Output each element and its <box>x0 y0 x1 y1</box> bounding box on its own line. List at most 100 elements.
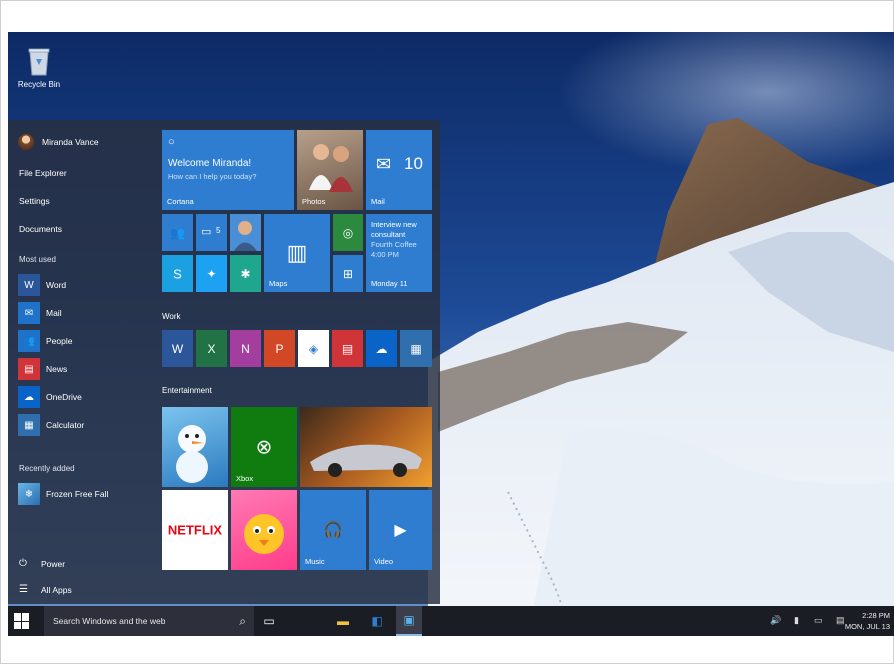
app-label: Mail <box>46 308 62 318</box>
netflix-tile[interactable]: NETFLIX <box>162 490 228 570</box>
people-icon: 👥 <box>170 225 185 240</box>
most-used-calculator[interactable]: ▦ Calculator <box>18 414 84 436</box>
calculator-icon: ▦ <box>410 341 422 356</box>
olaf-image <box>176 425 208 483</box>
documents-item[interactable]: Documents <box>19 224 62 234</box>
skype-tile[interactable]: S <box>162 255 193 292</box>
tile-label: Monday 11 <box>371 279 408 288</box>
task-view-button[interactable]: ▭ <box>256 606 282 636</box>
people-tile[interactable]: 👥 <box>162 214 193 251</box>
recycle-bin[interactable]: Recycle Bin <box>16 46 62 89</box>
messaging-tile[interactable]: ▭ 5 <box>196 214 227 251</box>
onenote-tile[interactable]: N <box>230 330 261 367</box>
xbox-icon: ⊗ <box>255 436 273 459</box>
app-label: OneDrive <box>46 392 82 402</box>
work-group-label: Work <box>162 312 181 321</box>
app-label: News <box>46 364 68 374</box>
power-button[interactable]: ⏻ Power <box>19 558 65 569</box>
calendar-tile[interactable]: Interview new consultant Fourth Coffee 4… <box>366 214 432 292</box>
all-apps-button[interactable]: ☰ All Apps <box>19 584 72 595</box>
search-icon: ⌕ <box>239 613 246 628</box>
app-label: Calculator <box>46 420 85 430</box>
most-used-people[interactable]: 👥 People <box>18 330 72 352</box>
power-label: Power <box>41 558 66 569</box>
app-label: Frozen Free Fall <box>46 489 109 499</box>
taskbar-clock[interactable]: 2:28 PM MON, JUL 13 <box>845 610 890 632</box>
network-icon[interactable]: ▮ <box>794 615 799 626</box>
photos-icon: ▣ <box>403 613 415 627</box>
store-tile[interactable]: ⊞ <box>333 255 363 292</box>
cortana-tile[interactable]: ○ Welcome Miranda! How can I help you to… <box>162 130 294 210</box>
mail-icon: ✉ <box>376 154 392 174</box>
event-time: 4:00 PM <box>371 250 399 259</box>
headphones-icon: 🎧 <box>323 522 343 539</box>
app-label: Word <box>46 280 67 290</box>
most-used-word[interactable]: W Word <box>18 274 66 296</box>
tripadvisor-tile[interactable]: ◎ <box>333 214 363 251</box>
onenote-icon: N <box>241 341 250 356</box>
most-used-label: Most used <box>19 255 56 264</box>
recently-added-label: Recently added <box>19 464 75 473</box>
search-placeholder: Search Windows and the web <box>53 616 166 626</box>
user-name: Miranda Vance <box>42 137 99 147</box>
user-account[interactable]: Miranda Vance <box>18 134 99 150</box>
power-icon: ⏻ <box>19 558 27 569</box>
notifications-icon[interactable]: ▤ <box>836 615 845 626</box>
store-taskbar-button[interactable]: ◧ <box>364 606 390 636</box>
photos-taskbar-button[interactable]: ▣ <box>396 606 422 636</box>
twitter-tile[interactable]: ✦ <box>196 255 227 292</box>
maps-tile[interactable]: ▥ Maps <box>264 214 330 292</box>
windows-logo-pane <box>22 621 29 629</box>
excel-tile[interactable]: X <box>196 330 227 367</box>
xbox-tile[interactable]: ⊗ Xbox <box>231 407 297 487</box>
most-used-news[interactable]: ▤ News <box>18 358 67 380</box>
video-tile[interactable]: ▶ Video <box>369 490 432 570</box>
taskbar-search-box[interactable]: Search Windows and the web ⌕ <box>44 606 254 636</box>
twitter-icon: ✦ <box>206 266 217 281</box>
hub-tile[interactable]: ✱ <box>230 255 261 292</box>
message-icon: ▭ <box>201 226 212 238</box>
mail-tile[interactable]: ✉ 10 Mail <box>366 130 432 210</box>
clock-time: 2:28 PM <box>862 611 890 620</box>
remote-tile[interactable]: ◈ <box>298 330 329 367</box>
windows-logo-pane <box>22 613 29 621</box>
music-tile[interactable]: 🎧 Music <box>300 490 366 570</box>
volume-icon[interactable]: 🔊 <box>770 615 781 626</box>
remote-desktop-icon: ◈ <box>308 341 319 356</box>
powerpoint-tile[interactable]: P <box>264 330 295 367</box>
file-explorer-taskbar-button[interactable]: ▬ <box>330 606 356 636</box>
clock-date: MON, JUL 13 <box>844 622 890 631</box>
onedrive-tile[interactable]: ☁ <box>366 330 397 367</box>
news-icon: ▤ <box>18 358 40 380</box>
file-explorer-item[interactable]: File Explorer <box>19 168 67 178</box>
folder-icon: ▬ <box>337 614 349 628</box>
recently-added-frozen-free-fall[interactable]: ❄ Frozen Free Fall <box>18 483 108 505</box>
tile-label: Video <box>374 557 394 566</box>
photos-tile[interactable]: Photos <box>297 130 363 210</box>
most-used-mail[interactable]: ✉ Mail <box>18 302 62 324</box>
battery-icon[interactable]: ▭ <box>814 615 823 626</box>
event-title-line1: Interview new <box>371 220 417 229</box>
calculator-tile[interactable]: ▦ <box>400 330 432 367</box>
news-tile[interactable]: ▤ <box>332 330 363 367</box>
asphalt-tile[interactable] <box>300 407 432 487</box>
calculator-icon: ▦ <box>18 414 40 436</box>
list-icon: ☰ <box>19 584 28 595</box>
word-tile[interactable]: W <box>162 330 193 367</box>
bird-character-image <box>244 514 284 554</box>
onedrive-icon: ☁ <box>18 386 40 408</box>
most-used-onedrive[interactable]: ☁ OneDrive <box>18 386 82 408</box>
frozen-free-fall-tile[interactable] <box>162 407 228 487</box>
cortana-prompt: How can I help you today? <box>168 172 257 181</box>
start-button[interactable] <box>14 613 30 629</box>
app-label: People <box>46 336 73 346</box>
hub-icon: ✱ <box>240 266 251 281</box>
settings-item[interactable]: Settings <box>19 196 50 206</box>
news-icon: ▤ <box>341 341 354 356</box>
game-tile[interactable] <box>231 490 297 570</box>
event-location: Fourth Coffee <box>371 240 417 249</box>
tile-label: Photos <box>302 197 326 206</box>
contact-tile[interactable] <box>230 214 261 251</box>
skype-icon: S <box>173 266 182 281</box>
contact-photo <box>234 221 257 251</box>
